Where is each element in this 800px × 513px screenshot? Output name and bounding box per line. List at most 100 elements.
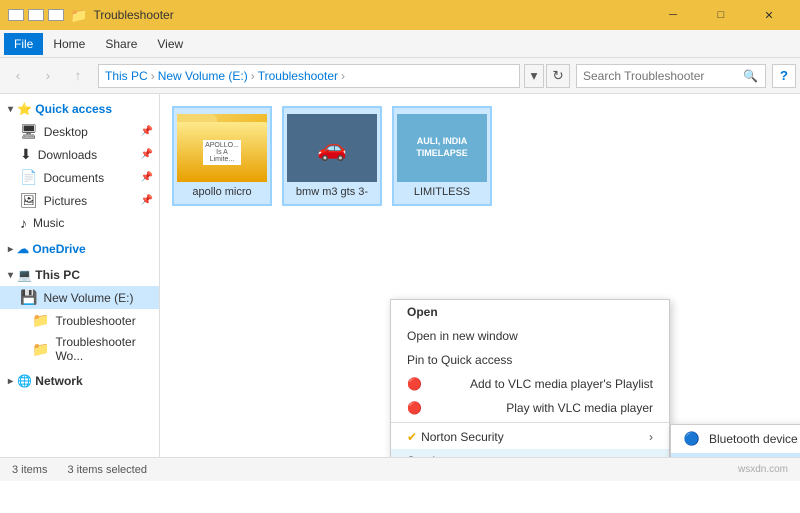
- sidebar: ▾ ⭐ Quick access 🖥 Desktop 📌 ⬇ Downloads…: [0, 94, 160, 457]
- title-bar-icons: [8, 9, 64, 21]
- sub-item-label: Bluetooth device: [709, 432, 798, 446]
- title-folder-icon: 📁: [70, 7, 87, 24]
- breadcrumb-troubleshooter[interactable]: Troubleshooter: [258, 69, 338, 83]
- ctx-send-to[interactable]: Send to ›: [391, 449, 669, 457]
- forward-button[interactable]: ›: [34, 62, 62, 90]
- sidebar-item-label: Troubleshooter: [55, 314, 135, 328]
- bluetooth-icon: 🔵: [683, 430, 701, 448]
- help-button[interactable]: ?: [772, 64, 796, 88]
- ctx-add-vlc[interactable]: 🔴Add to VLC media player's Playlist: [391, 372, 669, 396]
- file-item-limitless[interactable]: AULI, INDIATIMELAPSE LIMITLESS: [392, 106, 492, 206]
- folder-bg: APOLLO...Is ALimite...: [177, 114, 267, 182]
- ctx-send-to-label: Send to: [407, 454, 448, 457]
- folder-icon: 📁: [32, 341, 49, 358]
- window-title: Troubleshooter: [93, 8, 173, 22]
- sidebar-item-music[interactable]: ♪ Music: [0, 212, 159, 234]
- sidebar-item-label: Pictures: [44, 194, 87, 208]
- menu-home[interactable]: Home: [43, 33, 95, 55]
- sidebar-item-label: Desktop: [44, 125, 88, 139]
- toolbar: ‹ › ↑ This PC › New Volume (E:) › Troubl…: [0, 58, 800, 94]
- sidebar-header-quickaccess[interactable]: ▾ ⭐ Quick access: [0, 98, 159, 120]
- sidebar-item-thispc-active[interactable]: 💾 New Volume (E:): [0, 286, 159, 309]
- title-icon-1: [8, 9, 24, 21]
- sidebar-item-desktop[interactable]: 🖥 Desktop 📌: [0, 120, 159, 143]
- sidebar-item-label: New Volume (E:): [43, 291, 133, 305]
- sidebar-quickaccess-label: ⭐ Quick access: [17, 102, 112, 116]
- maximize-button[interactable]: □: [698, 0, 744, 30]
- ctx-open-new-window[interactable]: Open in new window: [391, 324, 669, 348]
- ctx-divider-1: [391, 422, 669, 423]
- sidebar-item-troubleshooterwo[interactable]: 📁 Troubleshooter Wo...: [0, 332, 159, 366]
- main-area: ▾ ⭐ Quick access 🖥 Desktop 📌 ⬇ Downloads…: [0, 94, 800, 457]
- sidebar-item-downloads[interactable]: ⬇ Downloads 📌: [0, 143, 159, 166]
- content-area: APOLLO...Is ALimite... apollo micro 🚗 bm…: [160, 94, 800, 457]
- downloads-icon: ⬇: [20, 146, 32, 163]
- sidebar-network-label: 🌐 Network: [17, 374, 83, 388]
- search-box[interactable]: 🔍: [576, 64, 766, 88]
- sidebar-item-pictures[interactable]: 🖼 Pictures 📌: [0, 189, 159, 212]
- submenu: 🔵 Bluetooth device 🗜 Compressed (zipped)…: [670, 424, 800, 457]
- sub-bluetooth[interactable]: 🔵 Bluetooth device: [671, 425, 800, 453]
- context-menu: Open Open in new window Pin to Quick acc…: [390, 299, 670, 457]
- search-icon: 🔍: [743, 69, 758, 83]
- sidebar-header-onedrive[interactable]: ▸ ☁ OneDrive: [0, 238, 159, 260]
- newvolume-icon: 💾: [20, 289, 37, 306]
- sidebar-header-network[interactable]: ▸ 🌐 Network: [0, 370, 159, 392]
- breadcrumb-newvolume[interactable]: New Volume (E:): [158, 69, 248, 83]
- ctx-play-vlc[interactable]: 🔴Play with VLC media player: [391, 396, 669, 420]
- file-thumb-bmw: 🚗: [287, 114, 377, 182]
- sidebar-item-label: Troubleshooter Wo...: [55, 335, 151, 363]
- sidebar-item-label: Music: [33, 216, 64, 230]
- folder-inner: APOLLO...Is ALimite...: [177, 122, 267, 182]
- sidebar-onedrive-label: ☁ OneDrive: [17, 242, 86, 256]
- back-button[interactable]: ‹: [4, 62, 32, 90]
- sub-compressed[interactable]: 🗜 Compressed (zipped) folder: [671, 453, 800, 457]
- file-name-limitless: LIMITLESS: [414, 186, 470, 198]
- sidebar-item-label: Downloads: [38, 148, 97, 162]
- music-icon: ♪: [20, 215, 27, 231]
- chevron-icon: ▸: [8, 376, 13, 387]
- breadcrumb-thispc[interactable]: This PC: [105, 69, 148, 83]
- item-count: 3 items: [12, 464, 47, 476]
- file-name-bmw: bmw m3 gts 3-: [296, 186, 368, 198]
- ctx-open[interactable]: Open: [391, 300, 669, 324]
- search-input[interactable]: [583, 69, 743, 83]
- file-item-apollo[interactable]: APOLLO...Is ALimite... apollo micro: [172, 106, 272, 206]
- vlc-icon: 🔴: [407, 377, 422, 391]
- title-bar: 📁 Troubleshooter ─ □ ✕: [0, 0, 800, 30]
- sidebar-item-documents[interactable]: 📄 Documents 📌: [0, 166, 159, 189]
- dropdown-button[interactable]: ▾: [524, 64, 544, 88]
- menu-view[interactable]: View: [147, 33, 193, 55]
- file-grid: APOLLO...Is ALimite... apollo micro 🚗 bm…: [172, 106, 788, 206]
- minimize-button[interactable]: ─: [650, 0, 696, 30]
- menu-file[interactable]: File: [4, 33, 43, 55]
- submenu-arrow: ›: [649, 430, 653, 444]
- watermark: wsxdn.com: [738, 464, 788, 475]
- folder-icon: 📁: [32, 312, 49, 329]
- norton-icon: ✔: [407, 430, 417, 444]
- video-thumb: AULI, INDIATIMELAPSE: [397, 114, 487, 182]
- sidebar-header-thispc[interactable]: ▾ 💻 This PC: [0, 264, 159, 286]
- refresh-button[interactable]: ↻: [546, 64, 570, 88]
- chevron-icon: ▸: [8, 244, 13, 255]
- file-name-apollo: apollo micro: [192, 186, 251, 198]
- sidebar-item-label: Documents: [43, 171, 104, 185]
- pin-icon: 📌: [141, 195, 153, 206]
- chevron-icon: ▾: [8, 270, 13, 281]
- car-thumb: 🚗: [287, 114, 377, 182]
- sidebar-thispc-label: 💻 This PC: [17, 268, 80, 282]
- menu-share[interactable]: Share: [95, 33, 147, 55]
- close-button[interactable]: ✕: [746, 0, 792, 30]
- submenu-arrow: ›: [649, 454, 653, 457]
- pin-icon: 📌: [141, 126, 153, 137]
- file-thumb-limitless: AULI, INDIATIMELAPSE: [397, 114, 487, 182]
- up-button[interactable]: ↑: [64, 62, 92, 90]
- pin-icon: 📌: [141, 149, 153, 160]
- status-bar: 3 items 3 items selected wsxdn.com: [0, 457, 800, 481]
- file-thumb-apollo: APOLLO...Is ALimite...: [177, 114, 267, 182]
- ctx-norton[interactable]: ✔Norton Security ›: [391, 425, 669, 449]
- sidebar-section-network: ▸ 🌐 Network: [0, 370, 159, 392]
- ctx-pin-quick-access[interactable]: Pin to Quick access: [391, 348, 669, 372]
- file-item-bmw[interactable]: 🚗 bmw m3 gts 3-: [282, 106, 382, 206]
- sidebar-item-troubleshooter[interactable]: 📁 Troubleshooter: [0, 309, 159, 332]
